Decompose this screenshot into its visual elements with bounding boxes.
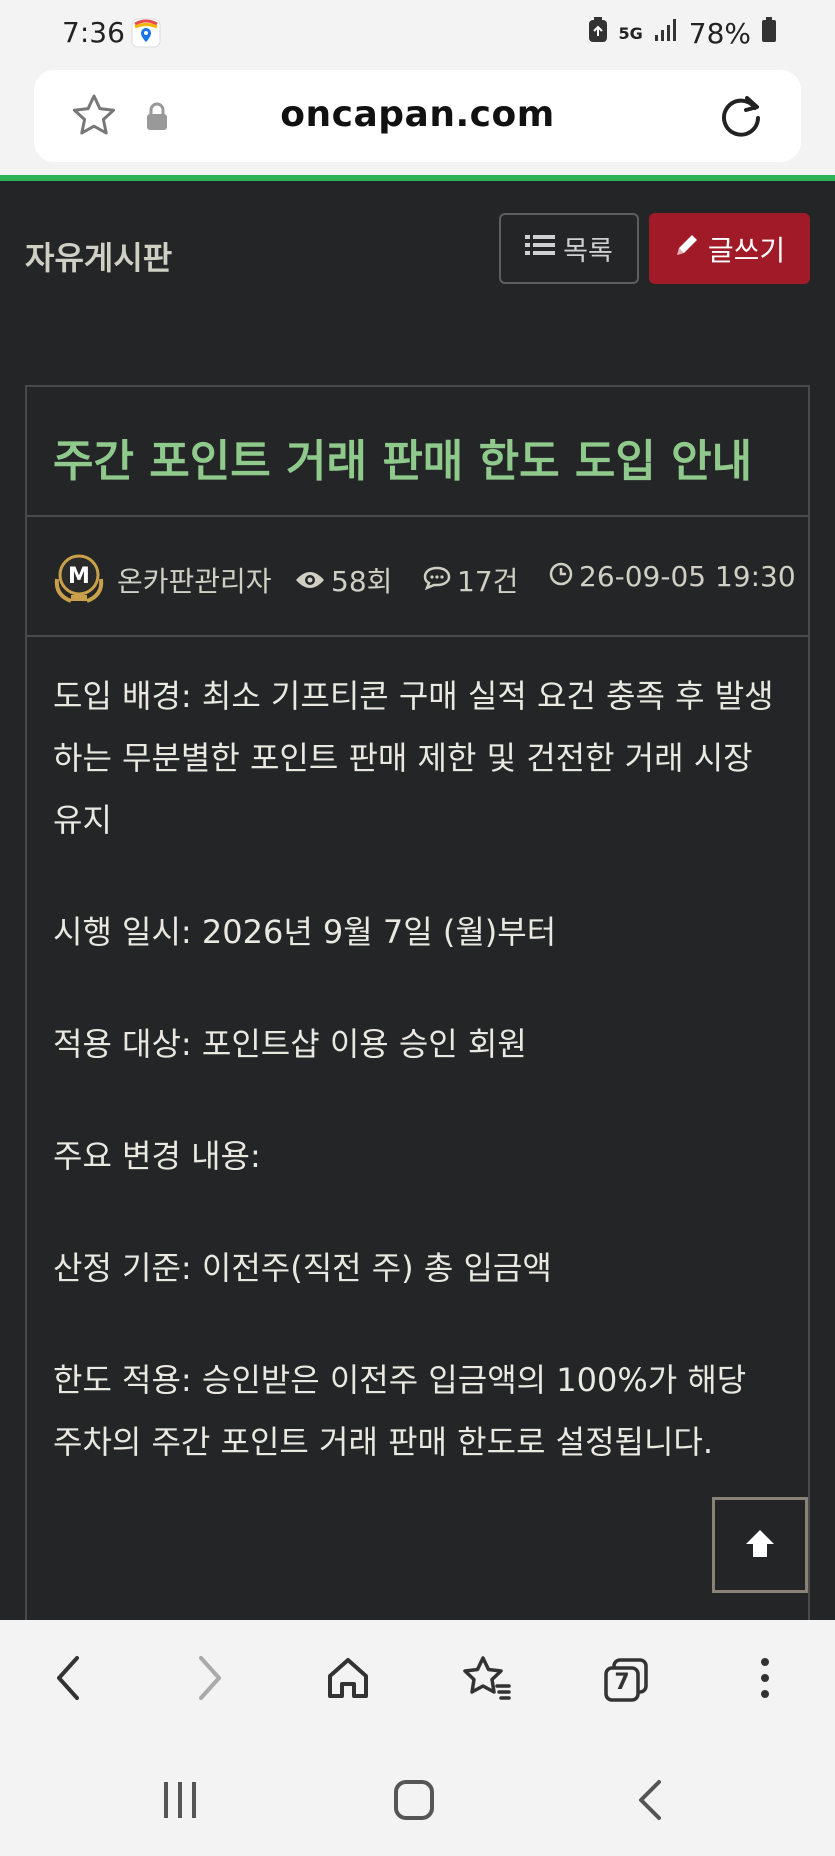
header-accent-line — [0, 175, 835, 181]
back-button[interactable] — [36, 1648, 100, 1712]
list-button[interactable]: 목록 — [499, 213, 639, 284]
address-bar[interactable]: oncapan.com — [34, 70, 801, 162]
clock-icon — [549, 560, 573, 593]
list-icon — [525, 233, 556, 264]
post-title: 주간 포인트 거래 판매 한도 도입 안내 — [53, 436, 753, 487]
post-title-row: 주간 포인트 거래 판매 한도 도입 안내 — [27, 387, 808, 517]
scroll-to-top-button[interactable] — [712, 1497, 808, 1593]
bookmarks-button[interactable] — [455, 1648, 519, 1712]
pencil-icon — [674, 232, 700, 265]
status-bar: 7:36 5G 78% — [0, 0, 835, 66]
network-5g-icon: 5G — [618, 23, 643, 43]
tab-count: 7 — [614, 1670, 630, 1695]
system-nav-bar — [0, 1740, 835, 1856]
post-paragraph: 산정 기준: 이전주(직전 주) 총 입금액 — [53, 1249, 552, 1287]
status-right-group: 5G 78% — [587, 16, 778, 51]
battery-icon — [761, 17, 777, 50]
chevron-right-icon — [195, 1654, 225, 1706]
signal-icon — [653, 17, 679, 50]
browser-toolbar: 7 — [0, 1620, 835, 1740]
more-menu-button[interactable] — [733, 1648, 797, 1712]
recent-apps-button[interactable] — [150, 1772, 210, 1832]
bookmarks-star-icon — [461, 1654, 513, 1706]
post-body: 도입 배경: 최소 기프티콘 구매 실적 요건 충족 후 발생하는 무분별한 포… — [53, 665, 783, 1523]
write-button[interactable]: 글쓰기 — [649, 213, 810, 284]
post-paragraph: 시행 일시: 2026년 9월 7일 (월)부터 — [53, 913, 557, 951]
post-paragraph: 적용 대상: 포인트샵 이용 승인 회원 — [53, 1025, 527, 1063]
post-container: 주간 포인트 거래 판매 한도 도입 안내 M 온카판관리자 58회 17건 2… — [25, 385, 810, 1620]
eye-icon — [295, 564, 325, 597]
home-nav-button[interactable] — [384, 1772, 444, 1832]
forward-button[interactable] — [178, 1648, 242, 1712]
home-button[interactable] — [316, 1648, 380, 1712]
post-views: 58회 — [295, 560, 392, 600]
recent-apps-icon — [158, 1778, 202, 1826]
list-button-label: 목록 — [563, 236, 613, 267]
board-title[interactable]: 자유게시판 — [25, 233, 172, 279]
back-nav-button[interactable] — [620, 1772, 680, 1832]
post-date: 26-09-05 19:30 — [549, 560, 796, 593]
reload-icon[interactable] — [715, 90, 767, 142]
post-author[interactable]: 온카판관리자 — [117, 560, 272, 600]
post-meta: M 온카판관리자 58회 17건 26-09-05 19:30 — [27, 517, 808, 637]
home-icon — [324, 1654, 372, 1706]
post-paragraph: 도입 배경: 최소 기프티콘 구매 실적 요건 충족 후 발생하는 무분별한 포… — [53, 677, 774, 839]
battery-percent: 78% — [688, 17, 751, 50]
more-vertical-icon — [759, 1656, 771, 1704]
views-count: 58회 — [331, 565, 393, 598]
date-text: 26-09-05 19:30 — [579, 560, 796, 593]
home-square-icon — [392, 1778, 436, 1826]
comments-count: 17건 — [457, 565, 519, 598]
post-paragraph: 주요 변경 내용: — [53, 1137, 261, 1175]
recycle-notification-icon — [587, 16, 609, 51]
back-arrow-icon — [635, 1778, 665, 1826]
write-button-label: 글쓰기 — [707, 233, 786, 267]
page-content: 자유게시판 목록 글쓰기 주간 포인트 거래 판매 한도 도입 안내 M 온카판… — [0, 175, 835, 1620]
comment-icon — [423, 564, 451, 597]
maps-notification-icon — [131, 18, 161, 48]
tabs-button[interactable]: 7 — [594, 1648, 658, 1712]
chevron-left-icon — [53, 1654, 83, 1706]
tabs-icon: 7 — [602, 1656, 650, 1704]
status-time: 7:36 — [62, 16, 125, 49]
post-comments: 17건 — [423, 560, 518, 600]
arrow-up-icon — [743, 1526, 777, 1564]
url-text[interactable]: oncapan.com — [34, 94, 801, 135]
post-paragraph: 한도 적용: 승인받은 이전주 입금액의 100%가 해당 주차의 주간 포인트… — [53, 1361, 747, 1461]
author-avatar[interactable]: M — [51, 549, 107, 605]
avatar-letter: M — [68, 564, 90, 589]
